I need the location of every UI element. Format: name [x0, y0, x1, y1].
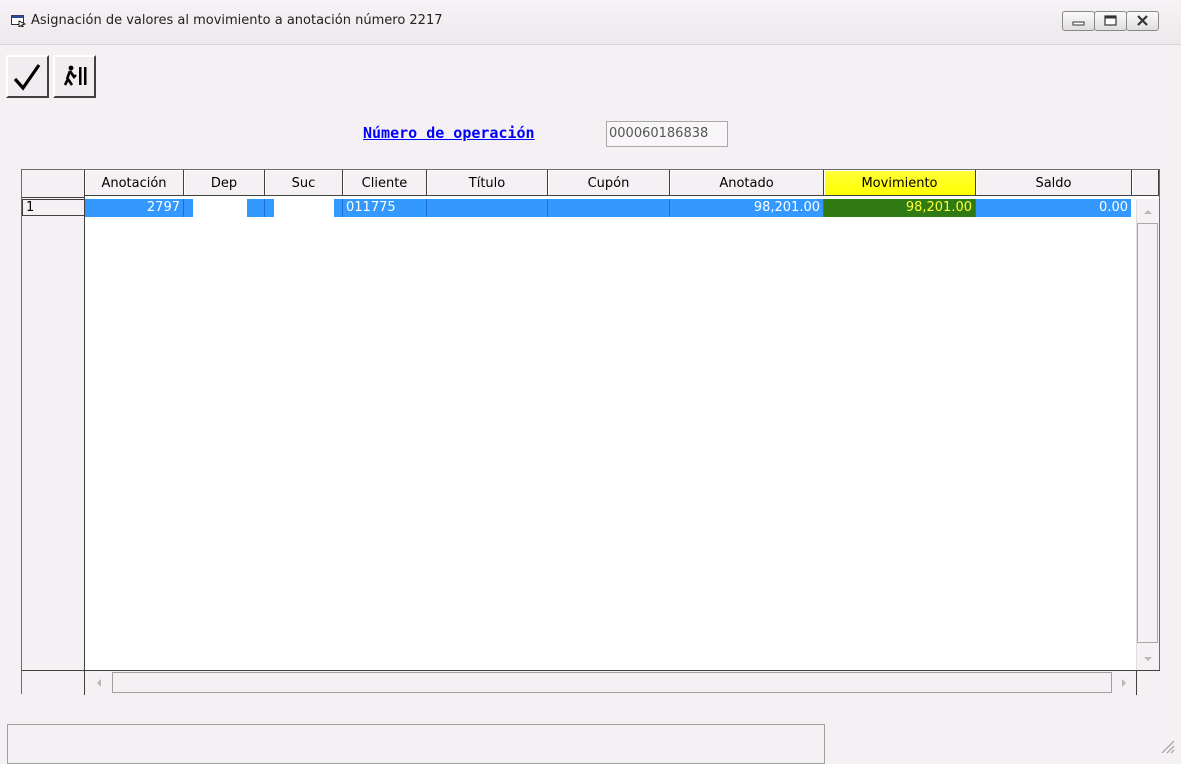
cell-saldo[interactable]: 0.00 [976, 199, 1132, 217]
column-header-filler [1132, 170, 1159, 196]
cell-anotado[interactable]: 98,201.00 [670, 199, 824, 217]
exit-person-icon [63, 65, 87, 86]
close-icon [1137, 15, 1148, 26]
grid-corner [22, 170, 84, 198]
column-header-anotacion[interactable]: Anotación [85, 170, 184, 196]
row-number[interactable]: 1 [22, 199, 84, 216]
minimize-button[interactable] [1062, 11, 1095, 31]
scrollbar-corner [1136, 670, 1160, 695]
scroll-up-icon[interactable] [1137, 202, 1159, 220]
window-app-icon [11, 15, 26, 27]
horizontal-scrollbar[interactable] [85, 670, 1136, 695]
column-header-saldo[interactable]: Saldo [976, 170, 1132, 196]
vertical-scrollbar[interactable] [1136, 199, 1159, 671]
minimize-icon [1072, 21, 1085, 26]
column-header-titulo[interactable]: Título [427, 170, 548, 196]
cell-cupon[interactable] [548, 199, 670, 217]
close-button[interactable] [1126, 11, 1159, 31]
cell-movimiento[interactable]: 98,201.00 [824, 199, 976, 217]
cell-suc[interactable] [265, 199, 343, 217]
exit-button[interactable] [53, 55, 96, 98]
maximize-icon [1104, 15, 1117, 26]
column-header-suc[interactable]: Suc [265, 170, 343, 196]
scroll-left-icon[interactable] [88, 672, 110, 694]
checkmark-icon [13, 64, 41, 91]
title-bar: Asignación de valores al movimiento a an… [0, 0, 1181, 45]
operation-number-label: Número de operación [363, 124, 535, 142]
row-header-column [22, 170, 85, 670]
status-bar [7, 724, 825, 764]
vertical-scroll-thumb[interactable] [1137, 223, 1158, 643]
grid-footer-corner [22, 670, 85, 695]
column-header-dep[interactable]: Dep [184, 170, 265, 196]
window-title: Asignación de valores al movimiento a an… [31, 13, 443, 28]
column-header-movimiento[interactable]: Movimiento [824, 170, 976, 196]
cell-dep[interactable] [184, 199, 265, 217]
cell-titulo[interactable] [427, 199, 548, 217]
scroll-right-icon[interactable] [1113, 672, 1135, 694]
column-header-cupon[interactable]: Cupón [548, 170, 670, 196]
column-header-cliente[interactable]: Cliente [343, 170, 427, 196]
data-grid: Anotación Dep Suc Cliente Título Cupón A… [21, 169, 1160, 695]
scroll-down-icon[interactable] [1137, 651, 1159, 669]
operation-number-field[interactable]: 000060186838 [606, 121, 728, 147]
accept-button[interactable] [6, 55, 49, 98]
column-header-anotado[interactable]: Anotado [670, 170, 824, 196]
horizontal-scroll-thumb[interactable] [112, 672, 1112, 693]
cell-anotacion[interactable]: 2797 [85, 199, 184, 217]
cell-cliente[interactable]: 011775 [343, 199, 427, 217]
resize-grip-icon[interactable] [1156, 735, 1176, 755]
table-row[interactable]: 2797 011775 98,201.00 98,201.00 0.00 [85, 199, 1132, 217]
maximize-button[interactable] [1094, 11, 1127, 31]
